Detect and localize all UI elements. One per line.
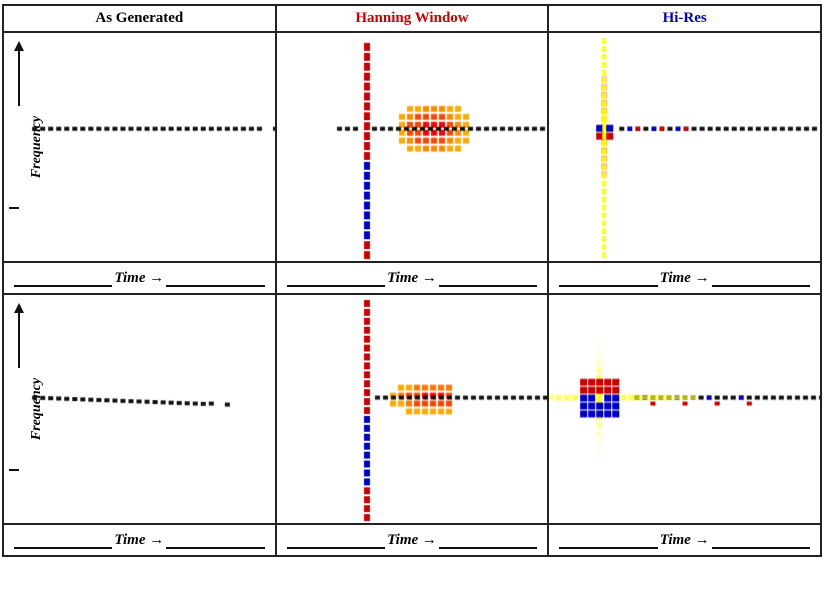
plot-row2-col1: Frequency xyxy=(3,294,276,524)
time-row2-col2: Time → xyxy=(276,524,549,556)
header-hires: Hi-Res xyxy=(548,5,821,32)
time-row1-col3: Time → xyxy=(548,262,821,294)
time-row1-col2: Time → xyxy=(276,262,549,294)
time-row1-col1: Time → xyxy=(3,262,276,294)
canvas-r1c1 xyxy=(4,33,275,261)
plot-row1-col2 xyxy=(276,32,549,262)
time-label-r2c3: Time → xyxy=(658,532,712,549)
plot-row2-col2 xyxy=(276,294,549,524)
plot-row1-col1: Frequency xyxy=(3,32,276,262)
canvas-r2c2 xyxy=(277,295,548,523)
canvas-r1c2 xyxy=(277,33,548,261)
canvas-r2c1 xyxy=(4,295,275,523)
time-row2-col3: Time → xyxy=(548,524,821,556)
canvas-r2c3 xyxy=(549,295,820,523)
header-hanning: Hanning Window xyxy=(276,5,549,32)
plot-row2-col3 xyxy=(548,294,821,524)
time-label-r1c2: Time → xyxy=(385,270,439,287)
header-as-generated: As Generated xyxy=(3,5,276,32)
time-label-r2c1: Time → xyxy=(112,532,166,549)
time-row2-col1: Time → xyxy=(3,524,276,556)
main-container: As Generated Hanning Window Hi-Res Frequ… xyxy=(2,4,822,557)
time-label-r1c1: Time → xyxy=(112,270,166,287)
time-label-r1c3: Time → xyxy=(658,270,712,287)
plot-row1-col3 xyxy=(548,32,821,262)
canvas-r1c3 xyxy=(549,33,820,261)
time-label-r2c2: Time → xyxy=(385,532,439,549)
